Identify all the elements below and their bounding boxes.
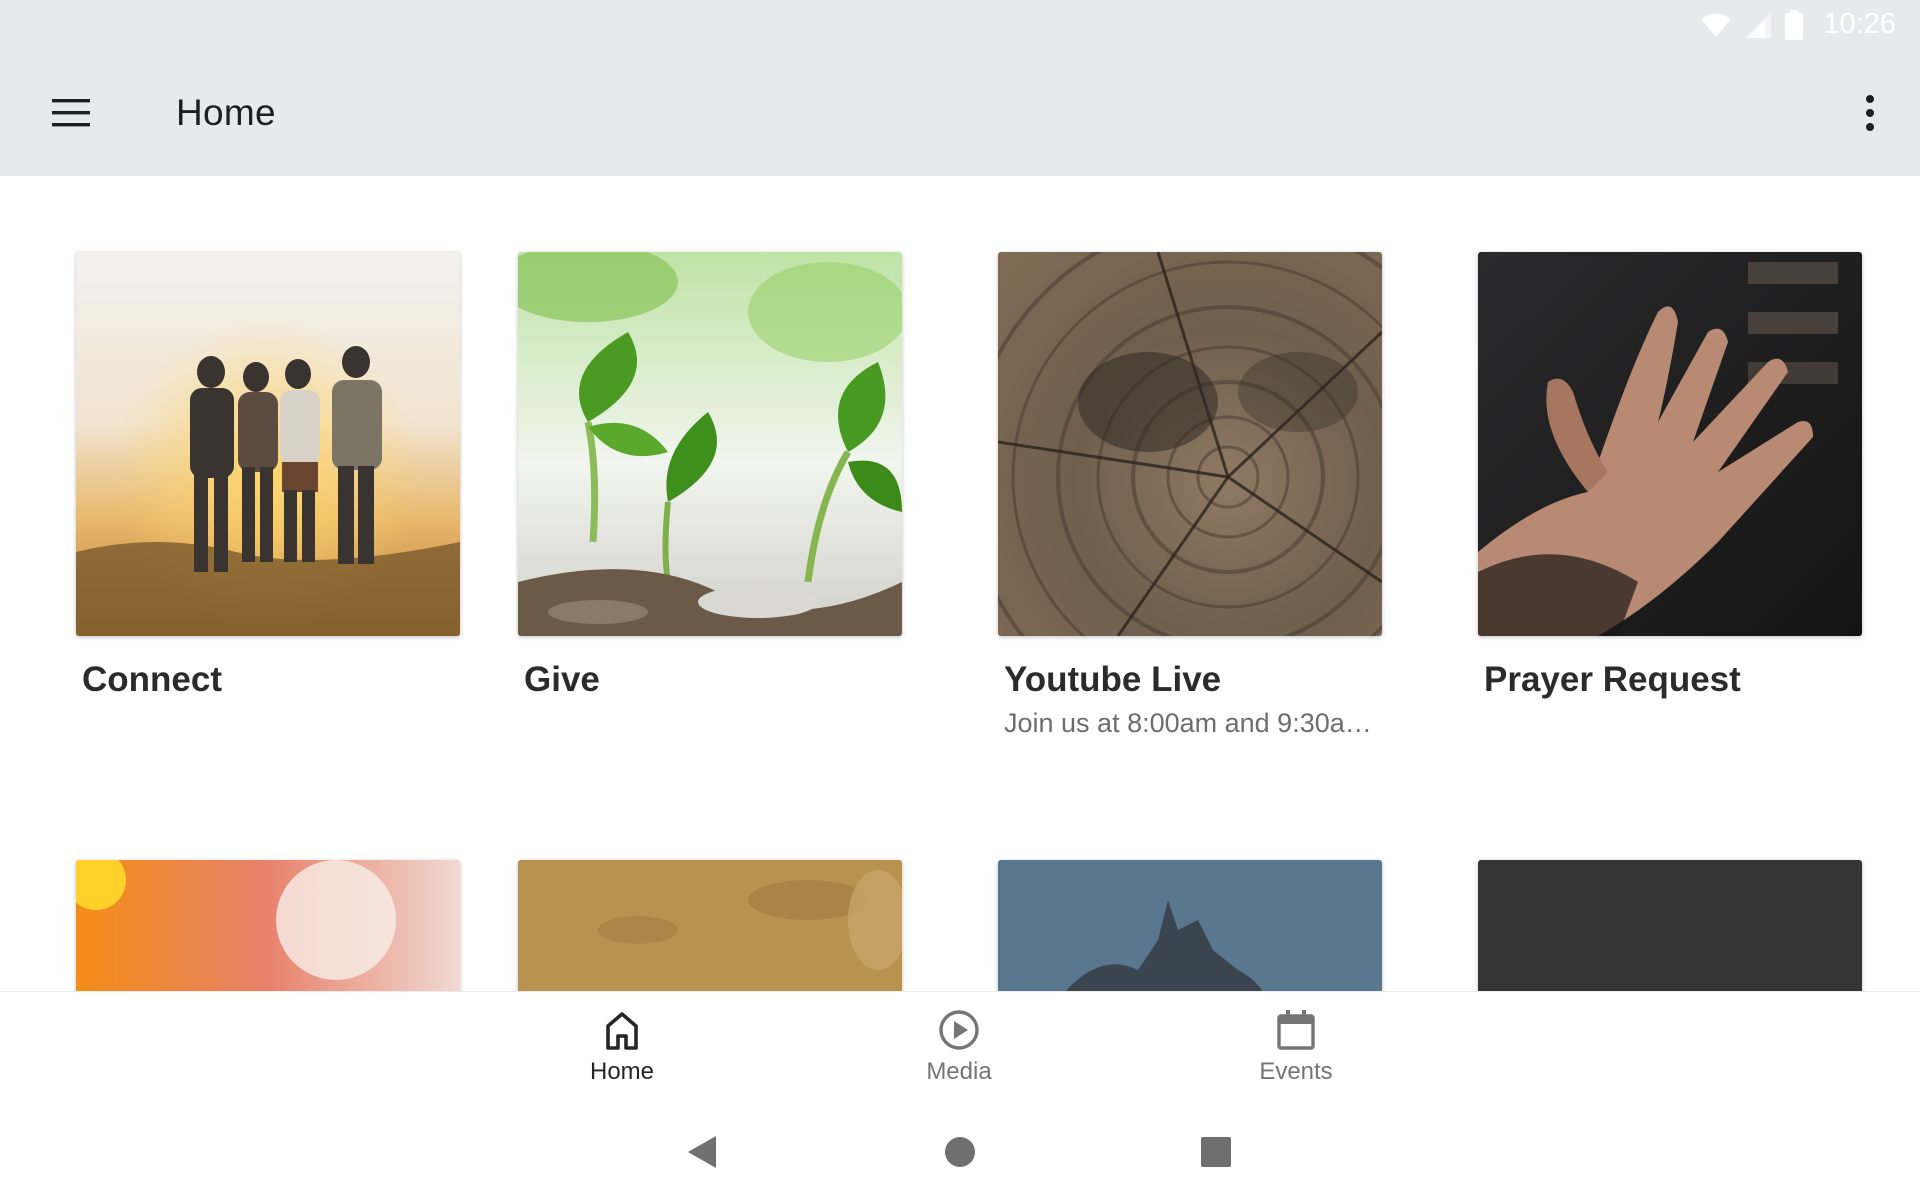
card-subtitle: Join us at 8:00am and 9:30a…	[1004, 708, 1372, 738]
card-image-sunburst	[76, 860, 460, 991]
overflow-menu-button[interactable]	[1846, 85, 1894, 141]
bottom-navigation: Home Media Events	[0, 991, 1920, 1094]
nav-item-events[interactable]: Events	[1206, 1008, 1386, 1088]
status-bar: 10:26	[0, 0, 1920, 49]
card-image-tree-rings	[998, 252, 1382, 636]
status-icons: 10:26	[1701, 8, 1896, 41]
content-grid: Connect Give Youtube Live Join us at 8:0…	[0, 176, 1920, 991]
card-title: Connect	[82, 660, 222, 699]
home-icon	[606, 1012, 638, 1050]
recents-icon[interactable]	[1200, 1136, 1232, 1168]
card-image-open-hand	[1478, 252, 1862, 636]
page-title: Home	[176, 92, 276, 133]
card-title: Prayer Request	[1484, 660, 1741, 699]
card-connect[interactable]: Connect	[76, 252, 460, 700]
cell-signal-icon	[1745, 11, 1772, 38]
nav-label: Events	[1259, 1058, 1333, 1085]
card-title: Give	[524, 660, 600, 699]
card-give[interactable]: Give	[518, 252, 902, 700]
status-time: 10:26	[1823, 8, 1896, 40]
back-icon[interactable]	[686, 1134, 718, 1170]
nav-label: Home	[589, 1058, 655, 1085]
system-navigation-bar	[0, 1094, 1920, 1200]
card-image-friends-sunset	[76, 252, 460, 636]
card-image-sea-rocks	[998, 860, 1382, 991]
card-youtube-live[interactable]: Youtube Live Join us at 8:00am and 9:30a…	[998, 252, 1382, 739]
nav-item-media[interactable]: Media	[869, 1008, 1049, 1088]
play-circle-icon	[939, 1010, 979, 1050]
card-title: Youtube Live	[1004, 660, 1222, 699]
card-prayer-request[interactable]: Prayer Request	[1478, 252, 1862, 700]
battery-icon	[1785, 9, 1804, 40]
wifi-icon	[1701, 13, 1732, 37]
card-image-dark-tile	[1478, 860, 1862, 991]
card-image-golden-leaves	[518, 860, 902, 991]
card-row2-1[interactable]	[76, 860, 460, 991]
calendar-icon	[1277, 1010, 1315, 1050]
app-bar: Home	[0, 49, 1920, 176]
nav-item-home[interactable]: Home	[532, 1008, 712, 1088]
home-circle-icon[interactable]	[944, 1136, 976, 1168]
card-row2-4[interactable]	[1478, 860, 1862, 991]
more-vert-icon	[1866, 95, 1874, 131]
card-image-sprouts	[518, 252, 902, 636]
card-row2-3[interactable]	[998, 860, 1382, 991]
menu-button[interactable]	[44, 93, 100, 133]
hamburger-menu-icon	[52, 99, 90, 127]
card-row2-2[interactable]	[518, 860, 902, 991]
nav-label: Media	[926, 1058, 992, 1085]
